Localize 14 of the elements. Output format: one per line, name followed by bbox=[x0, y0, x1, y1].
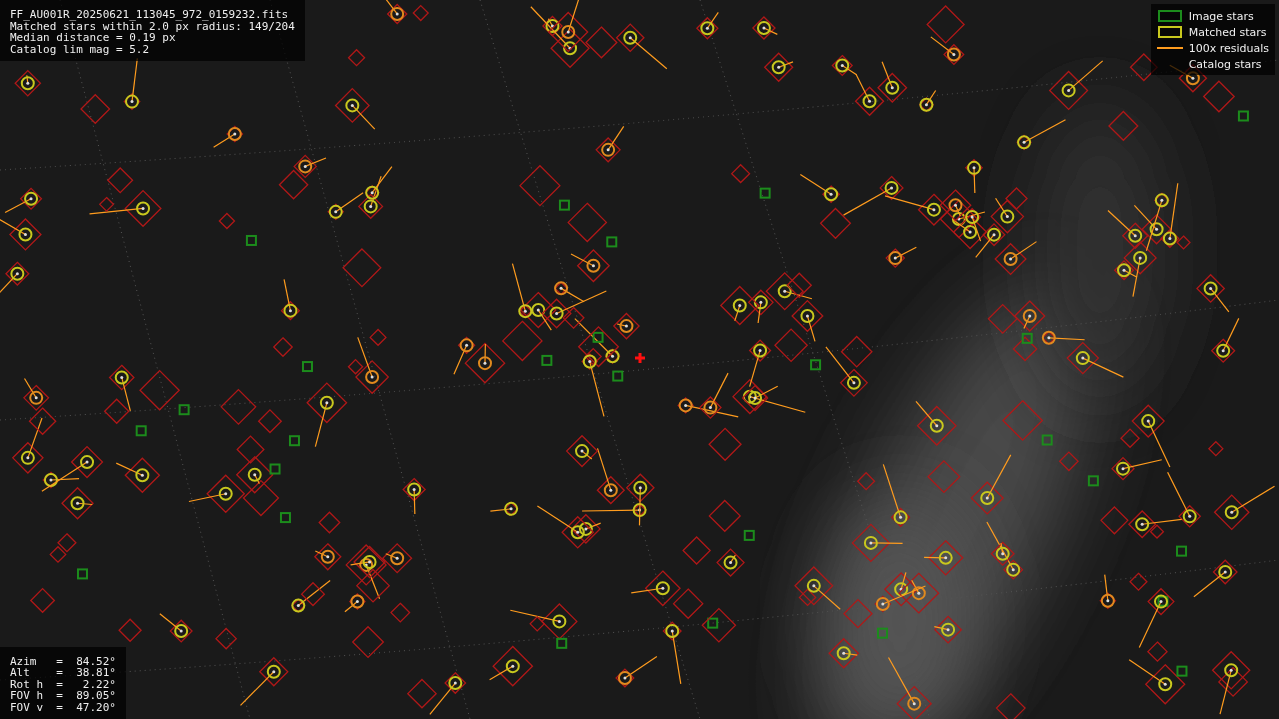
legend-label: Matched stars bbox=[1188, 25, 1267, 39]
info-text: Matched stars within 2.0 px radius: 149/204 bbox=[10, 20, 295, 32]
info-text: Alt = 38.81° bbox=[10, 667, 116, 679]
info-text: Azim = 84.52° bbox=[10, 655, 116, 667]
info-text: FOV h = 89.05° bbox=[10, 690, 116, 702]
info-text: FF_AU001R_20250621_113045_972_0159232.fits bbox=[10, 9, 290, 21]
legend-label: Catalog stars bbox=[1188, 57, 1262, 71]
legend-label: Image stars bbox=[1188, 9, 1254, 23]
cross-icon bbox=[633, 351, 647, 365]
legend-label: 100x residuals bbox=[1188, 41, 1269, 55]
info-text: Catalog lim mag = 5.2 bbox=[10, 43, 151, 55]
info-text: FOV v = 47.20° bbox=[10, 701, 116, 713]
info-text: Rot h = 2.22° bbox=[10, 678, 116, 690]
info-text: Median distance = 0.19 px bbox=[10, 32, 176, 44]
